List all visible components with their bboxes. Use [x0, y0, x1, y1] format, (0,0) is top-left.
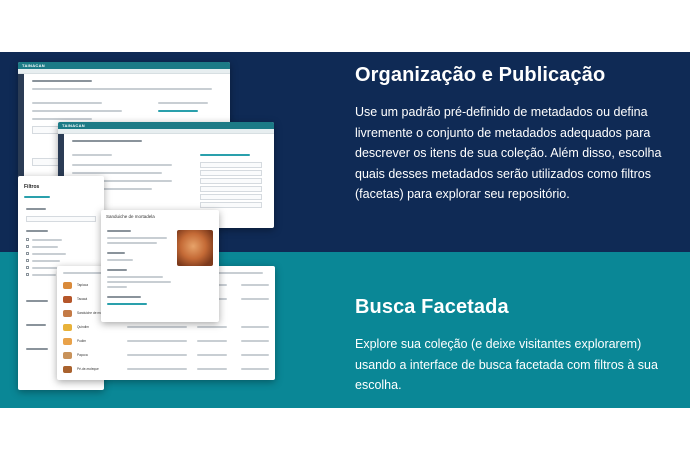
- section-organizacao-body: Use um padrão pré-definido de metadados …: [355, 105, 662, 201]
- filters-title: Filtros: [24, 184, 40, 190]
- item-label: Paçoca: [77, 353, 88, 357]
- app-topbar: TAINACAN: [18, 62, 230, 69]
- section-busca-facetada: Busca Facetada Explore sua coleção (e de…: [355, 294, 672, 396]
- item-image: [177, 230, 213, 266]
- section-organizacao-title: Organização e Publicação: [355, 64, 606, 86]
- section-organizacao: Organização e Publicação Use um padrão p…: [355, 62, 672, 205]
- app-sidebar: [18, 74, 24, 177]
- item-modal-screenshot: Sanduiche de mortadela: [101, 210, 219, 322]
- app-topbar-2: TAINACAN: [58, 122, 274, 129]
- section-busca-title: Busca Facetada: [355, 296, 509, 318]
- modal-title: Sanduiche de mortadela: [106, 214, 155, 219]
- app-logo: TAINACAN: [22, 63, 45, 68]
- item-label: Quindim: [77, 325, 89, 329]
- app-subbar-2: [58, 129, 274, 134]
- item-label: Pudim: [77, 339, 87, 343]
- app-logo-2: TAINACAN: [62, 123, 85, 128]
- app-subbar: [18, 69, 230, 74]
- item-label: Tacacá: [77, 297, 88, 301]
- page: TAINACAN TAINACAN Filtros Tapioca Tacacá…: [0, 0, 690, 460]
- item-label: Tapioca: [77, 283, 88, 287]
- item-label: Pé-de-moleque: [77, 367, 99, 371]
- section-busca-body: Explore sua coleção (e deixe visitantes …: [355, 337, 658, 392]
